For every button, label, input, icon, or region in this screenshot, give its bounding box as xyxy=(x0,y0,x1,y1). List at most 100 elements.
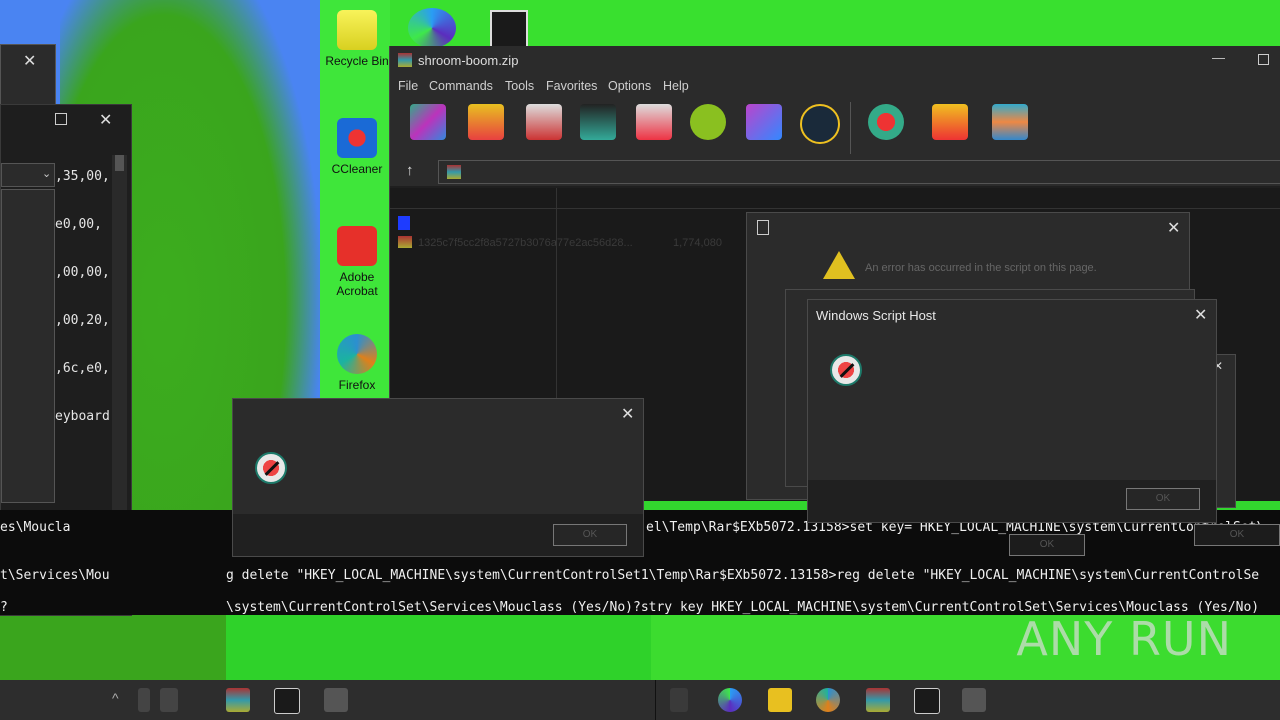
hex-line: eyboard xyxy=(55,409,110,424)
desktop-icon-label: Adobe Acrobat xyxy=(336,270,378,298)
add-icon[interactable] xyxy=(410,104,446,140)
comment-icon[interactable] xyxy=(932,104,968,140)
console-line: es\Moucla xyxy=(0,520,71,535)
hex-line: ,35,00, xyxy=(55,169,110,184)
ok-button[interactable]: OK xyxy=(553,524,627,546)
menu-favorites[interactable]: Favorites xyxy=(546,79,597,93)
desktop-bottom-area xyxy=(0,615,226,680)
windows-script-host-dialog: Windows Script Host ✕ OK xyxy=(807,299,1217,523)
hex-line: ,00,20, xyxy=(55,313,110,328)
menu-bar: File Commands Tools Favorites Options He… xyxy=(390,76,1280,98)
view-icon[interactable] xyxy=(580,104,616,140)
info-icon[interactable] xyxy=(800,104,840,144)
wizard-icon[interactable] xyxy=(746,104,782,140)
acrobat-icon xyxy=(337,226,377,266)
maximize-icon[interactable] xyxy=(55,113,67,125)
dialog-footer: OK xyxy=(233,514,643,556)
list-header xyxy=(390,188,1280,209)
close-icon[interactable]: ✕ xyxy=(1167,218,1180,238)
ccleaner-icon xyxy=(337,118,377,158)
menu-tools[interactable]: Tools xyxy=(505,79,534,93)
toolbar-divider xyxy=(850,102,851,154)
close-icon[interactable]: ✕ xyxy=(23,51,36,71)
file-icon xyxy=(398,236,412,248)
sfx-icon[interactable] xyxy=(992,104,1028,140)
winrar-taskbar-icon[interactable] xyxy=(866,688,890,712)
find-icon[interactable] xyxy=(690,104,726,140)
virus-scan-icon[interactable] xyxy=(868,104,904,140)
desktop-icon-recycle-bin[interactable]: Recycle Bin xyxy=(322,10,392,68)
console-line: t\Services\Mou xyxy=(0,568,110,583)
ok-button[interactable]: OK xyxy=(1126,488,1200,510)
value-data-box[interactable] xyxy=(1,189,55,503)
script-taskbar-icon[interactable] xyxy=(962,688,986,712)
value-type-select[interactable]: ⌄ xyxy=(1,163,55,187)
extract-icon[interactable] xyxy=(468,104,504,140)
dialog-footer: OK xyxy=(808,480,1216,522)
taskbar: ^ xyxy=(0,680,1280,720)
desktop-icon-label: Firefox xyxy=(338,378,376,392)
document-icon[interactable] xyxy=(490,10,528,50)
address-bar: ↑ xyxy=(390,158,1280,186)
up-arrow-icon[interactable]: ↑ xyxy=(406,162,414,179)
edge-taskbar-icon[interactable] xyxy=(718,688,742,712)
firefox-taskbar-icon[interactable] xyxy=(816,688,840,712)
chevron-up-icon[interactable]: ^ xyxy=(112,690,119,706)
hex-line: ,6c,e0, xyxy=(55,361,110,376)
hex-line: e0,00, xyxy=(55,217,102,232)
console-line: ? xyxy=(0,600,8,615)
winrar-taskbar-icon[interactable] xyxy=(226,688,250,712)
error-message: An error has occurred in the script on t… xyxy=(865,262,1097,274)
desktop-icon-label: Recycle Bin xyxy=(325,54,389,68)
ok-button[interactable]: OK xyxy=(1194,524,1280,546)
delete-icon[interactable] xyxy=(636,104,672,140)
recycle-bin-icon xyxy=(337,10,377,50)
toolbar xyxy=(390,98,1280,158)
chevron-down-icon: ⌄ xyxy=(42,168,52,180)
error-icon xyxy=(830,354,862,386)
window-title: shroom-boom.zip xyxy=(418,53,519,68)
script-taskbar-icon[interactable] xyxy=(324,688,348,712)
desktop-icon-firefox[interactable]: Firefox xyxy=(322,334,392,392)
firefox-icon xyxy=(337,334,377,374)
test-icon[interactable] xyxy=(526,104,562,140)
document-icon xyxy=(757,220,769,235)
menu-file[interactable]: File xyxy=(398,79,418,93)
dialog-title: Windows Script Host xyxy=(816,308,936,323)
error-icon xyxy=(255,452,287,484)
desktop-icon-adobe-acrobat[interactable]: Adobe Acrobat xyxy=(322,226,392,298)
close-icon[interactable]: ✕ xyxy=(621,404,634,424)
console-line: g delete "HKEY_LOCAL_MACHINE\system\Curr… xyxy=(226,568,1260,583)
taskbar-divider xyxy=(655,680,656,720)
cmd-taskbar-icon[interactable] xyxy=(274,688,300,714)
tray-icon[interactable] xyxy=(160,688,178,712)
maximize-icon[interactable] xyxy=(1258,54,1269,65)
close-icon[interactable]: ✕ xyxy=(99,110,112,130)
archive-icon xyxy=(447,165,461,179)
desktop-icon-ccleaner[interactable]: CCleaner xyxy=(322,118,392,176)
path-field[interactable] xyxy=(438,160,1280,184)
menu-help[interactable]: Help xyxy=(663,79,689,93)
desktop-bottom-area xyxy=(226,615,651,680)
minimize-icon[interactable]: — xyxy=(1212,50,1225,65)
desktop-icon-label: CCleaner xyxy=(331,162,383,176)
cmd-taskbar-icon[interactable] xyxy=(914,688,940,714)
close-icon[interactable]: ✕ xyxy=(1194,305,1207,325)
error-dialog: ✕ OK xyxy=(232,398,644,557)
menu-commands[interactable]: Commands xyxy=(429,79,493,93)
winrar-icon xyxy=(398,53,412,67)
tray-icon[interactable] xyxy=(138,688,150,712)
file-name: 1325c7f5cc2f8a5727b3076a77e2ac56d28... xyxy=(418,237,633,249)
task-view-icon[interactable] xyxy=(670,688,688,712)
folder-up-icon[interactable] xyxy=(398,216,410,230)
warning-icon xyxy=(823,251,855,279)
hex-line: ,00,00, xyxy=(55,265,110,280)
menu-options[interactable]: Options xyxy=(608,79,651,93)
edge-icon[interactable] xyxy=(408,8,456,48)
explorer-taskbar-icon[interactable] xyxy=(768,688,792,712)
ok-button[interactable]: OK xyxy=(1009,534,1085,556)
anyrun-watermark: ANY RUN xyxy=(1016,612,1232,666)
title-bar: shroom-boom.zip — xyxy=(390,46,1280,76)
file-size: 1,774,080 xyxy=(673,237,722,249)
scrollbar-thumb[interactable] xyxy=(115,155,124,171)
